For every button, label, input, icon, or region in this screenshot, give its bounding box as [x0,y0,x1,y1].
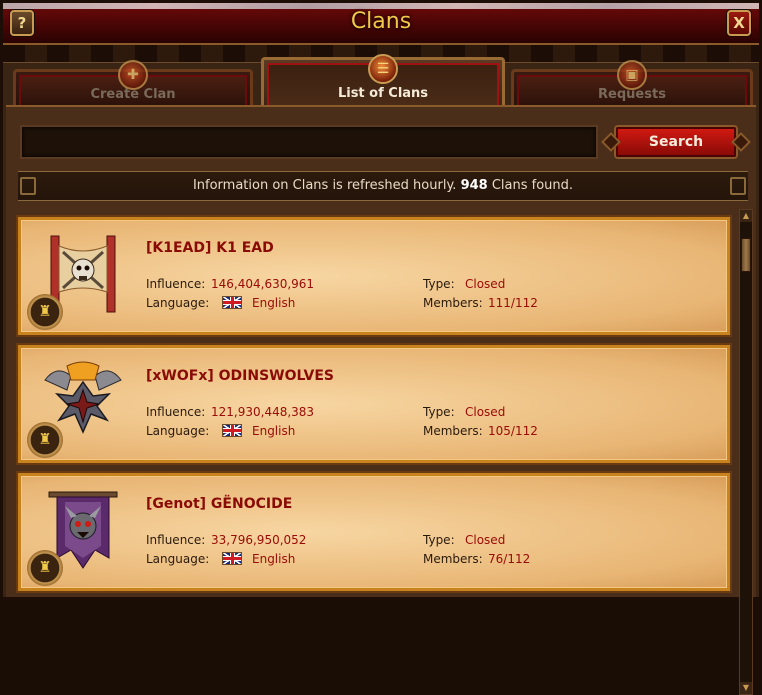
search-input[interactable] [20,125,598,159]
members-value: 105/112 [488,424,538,438]
clan-list-icon: ☰ [368,54,398,84]
type-value: Closed [465,533,506,547]
clan-name[interactable]: [xWOFx] ODINSWOLVES [146,368,334,384]
tab-list-of-clans[interactable]: ☰ List of Clans [261,54,505,107]
clan-rank-icon: ♜ [27,550,63,586]
tab-create-clan[interactable]: ✚ Create Clan [13,60,253,105]
members-label: Members: [423,296,483,310]
language-value: English [252,552,296,566]
language-value: English [252,296,296,310]
info-text: Information on Clans is refreshed hourly… [192,178,457,193]
clan-count: 948 [460,178,488,193]
clan-list-panel: Search Information on Clans is refreshed… [6,105,756,695]
clans-window: ? Clans X ✚ Create Clan ▣ Requests ☰ Lis… [0,0,762,695]
members-value: 76/112 [488,552,531,566]
tab-requests[interactable]: ▣ Requests [511,60,753,105]
members-label: Members: [423,424,483,438]
clan-rank-icon: ♜ [27,294,63,330]
uk-flag-icon [222,296,242,309]
language-value: English [252,424,296,438]
scroll-request-icon: ▣ [617,60,647,90]
influence-label: Influence: [146,277,206,291]
members-label: Members: [423,552,483,566]
clan-name[interactable]: [K1EAD] K1 EAD [146,240,274,256]
scroll-thumb[interactable] [741,238,751,272]
tab-label: Requests [598,87,666,102]
type-label: Type: [423,277,455,291]
info-suffix: Clans found. [491,178,574,193]
clan-card[interactable]: ♜ [Genot] GËNOCIDE Influence: 33,796,950… [18,473,730,591]
clan-rank-icon: ♜ [27,422,63,458]
type-value: Closed [465,277,506,291]
scroll-up-arrow-icon[interactable]: ▲ [740,210,752,222]
influence-value: 146,404,630,961 [211,277,315,291]
tab-label: Create Clan [90,87,176,102]
ornament-knot [730,177,746,195]
search-button[interactable]: Search [616,127,736,157]
language-label: Language: [146,424,210,438]
info-bar: Information on Clans is refreshed hourly… [18,171,748,201]
uk-flag-icon [222,552,242,565]
members-value: 111/112 [488,296,538,310]
language-label: Language: [146,296,210,310]
tab-label: List of Clans [337,86,429,101]
shield-plus-icon: ✚ [118,60,148,90]
clan-card[interactable]: ♜ [K1EAD] K1 EAD Influence: 146,404,630,… [18,217,730,335]
influence-label: Influence: [146,533,206,547]
uk-flag-icon [222,424,242,437]
type-value: Closed [465,405,506,419]
close-button[interactable]: X [727,10,751,36]
influence-value: 33,796,950,052 [211,533,307,547]
influence-value: 121,930,448,383 [211,405,315,419]
window-header: ? Clans X [3,3,759,45]
scrollbar[interactable]: ▲ ▼ [739,209,753,695]
type-label: Type: [423,533,455,547]
window-title: Clans [350,9,412,34]
ornament-knot [20,177,36,195]
influence-label: Influence: [146,405,206,419]
type-label: Type: [423,405,455,419]
scroll-down-arrow-icon[interactable]: ▼ [740,682,752,694]
language-label: Language: [146,552,210,566]
clan-card[interactable]: ♜ [xWOFx] ODINSWOLVES Influence: 121,930… [18,345,730,463]
clan-name[interactable]: [Genot] GËNOCIDE [146,496,292,512]
